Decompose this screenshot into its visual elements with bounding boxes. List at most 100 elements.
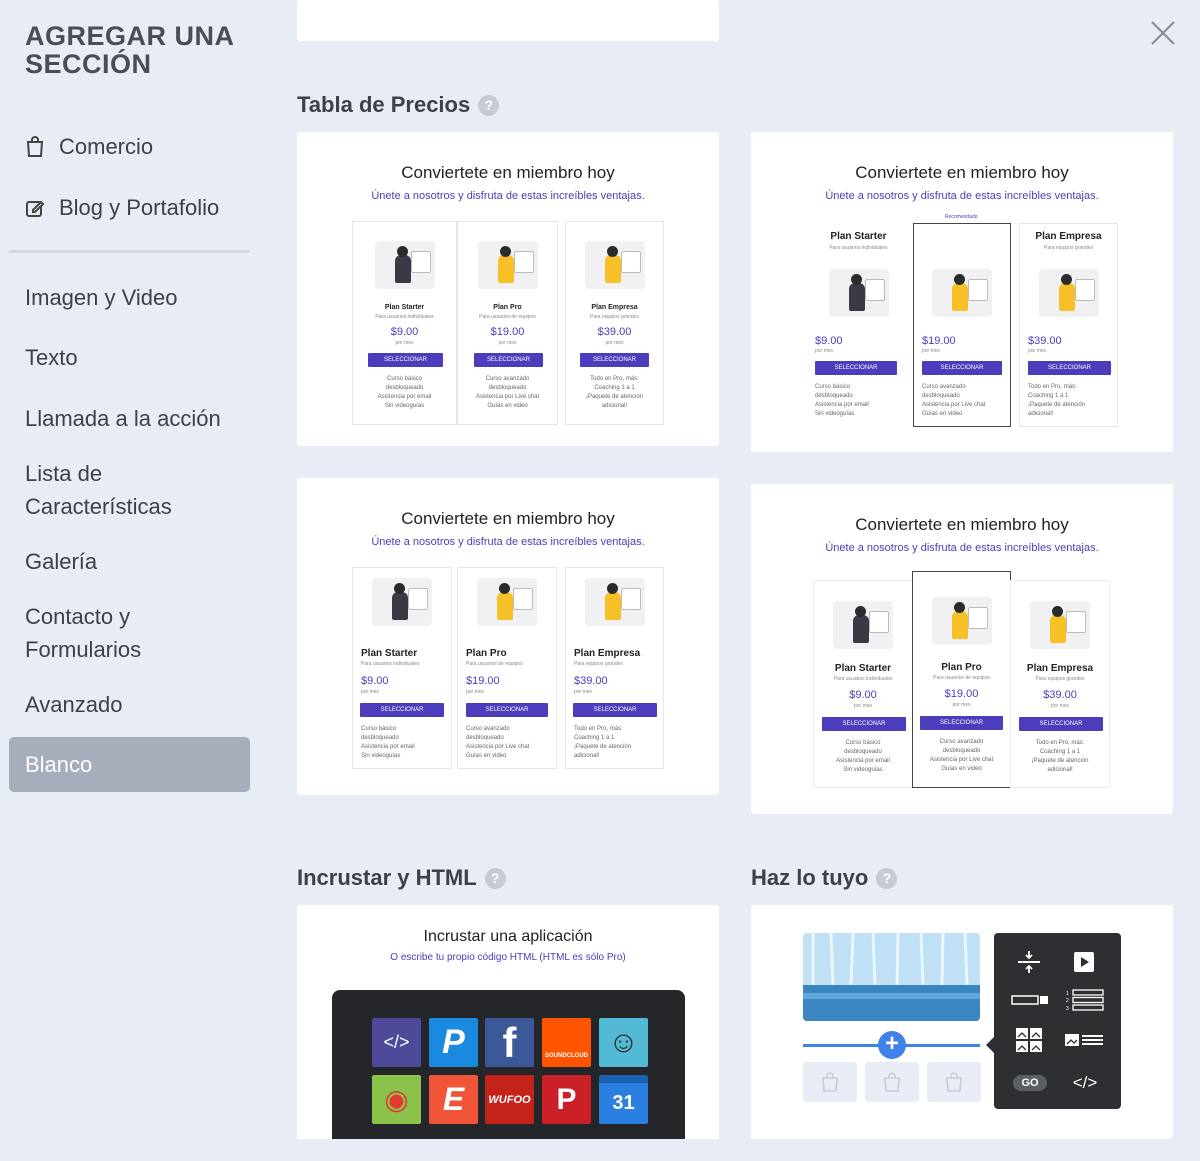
sidebar-item-label: Comercio <box>59 134 154 159</box>
plan-card: Plan Pro Para usuarios de equipos $19.00… <box>457 221 558 425</box>
plan-desc: Para usuarios de equipos <box>466 661 523 667</box>
plan-features: Curso avanzado desbloqueado Asistencia por… <box>922 384 986 417</box>
plan-card-highlighted: $19.00 por mes SELECCIONAR Curso avanzad… <box>913 223 1011 427</box>
sidebar-item-comercio[interactable]: Comercio <box>25 130 153 163</box>
plan-price: $9.00 <box>361 675 389 687</box>
plan-desc: Para usuarios individuales <box>375 314 434 320</box>
plan-features: Curso básico desbloqueado Asistencia por e… <box>815 384 869 417</box>
plan-features: Curso básico desbloqueado Asistencia por e… <box>836 740 890 773</box>
pinterest-icon: P <box>542 1075 591 1124</box>
close-icon[interactable] <box>1150 20 1176 46</box>
google-maps-icon: ◉ <box>372 1075 421 1124</box>
plan-illustration <box>477 578 537 626</box>
plan-illustration <box>477 241 538 289</box>
pricing-template-3[interactable]: Conviertete en miembro hoy Únete a nosot… <box>297 478 719 795</box>
select-button: SELECCIONAR <box>920 716 1003 730</box>
section-title-pricing: Tabla de Precios ? <box>297 92 500 118</box>
pricing-template-4[interactable]: Conviertete en miembro hoy Únete a nosot… <box>751 484 1173 814</box>
plan-desc: Para equipos grandes <box>1035 676 1085 682</box>
plan-features: Todo en Pro, más: Coaching 1 a 1 ¡Paquete … <box>1031 740 1089 773</box>
diy-template[interactable]: + 12 3 GO </> <box>751 905 1173 1139</box>
plan-illustration <box>584 241 645 289</box>
sidebar-item-contacto[interactable]: Contacto y Formularios <box>25 600 205 666</box>
shopping-bag-icon <box>26 135 44 157</box>
select-button: SELECCIONAR <box>822 717 906 731</box>
plan-period: por mes <box>395 340 414 346</box>
sidebar-item-llamada[interactable]: Llamada a la acción <box>25 402 221 435</box>
shopping-bag-icon <box>946 1072 962 1092</box>
preview-subtitle: Únete a nosotros y disfruta de estas inc… <box>825 542 1099 554</box>
svg-text:3: 3 <box>1066 1006 1069 1011</box>
sidebar-item-caracteristicas[interactable]: Lista de Características <box>25 457 225 523</box>
sidebar-item-galeria[interactable]: Galería <box>25 545 97 578</box>
plan-card: Plan Empresa Para equipos grandes $39.00… <box>565 221 664 425</box>
app-grid: </> P f SOUNDCLOUD ☺ ◉ E WUFOO P 31 <box>332 990 685 1139</box>
preview-subtitle: Únete a nosotros y disfruta de estas inc… <box>371 190 645 202</box>
plan-desc: Para usuarios de equipos <box>479 314 536 320</box>
plan-period: por mes <box>498 340 517 346</box>
preview-title: Conviertete en miembro hoy <box>401 163 615 182</box>
plan-price: $19.00 <box>944 688 979 700</box>
sidebar-item-imagen-video[interactable]: Imagen y Video <box>25 281 177 314</box>
plan-illustration <box>584 578 645 626</box>
embed-subtitle: O escribe tu propio código HTML (HTML es… <box>390 952 626 963</box>
preview-subtitle: Únete a nosotros y disfruta de estas inc… <box>371 536 645 548</box>
plan-illustration <box>1030 601 1090 649</box>
plan-features: Curso básico desbloqueado Asistencia por e… <box>377 376 432 409</box>
plan-card: Plan Empresa Para equipos grandes $39.00… <box>1019 223 1118 427</box>
plan-illustration <box>374 241 435 289</box>
sidebar-item-blog[interactable]: Blog y Portafolio <box>25 191 219 224</box>
plan-desc: Para usuarios individuales <box>361 661 420 667</box>
select-button: SELECCIONAR <box>815 361 897 375</box>
mailchimp-icon: ☺ <box>599 1018 648 1067</box>
help-icon[interactable]: ? <box>484 867 506 889</box>
sidebar-item-blanco[interactable]: Blanco <box>9 737 250 792</box>
plan-illustration <box>833 601 893 649</box>
pricing-template-2[interactable]: Conviertete en miembro hoy Únete a nosot… <box>751 132 1173 452</box>
pricing-template-1[interactable]: Conviertete en miembro hoy Únete a nosot… <box>297 132 719 446</box>
select-button: SELECCIONAR <box>922 361 1002 375</box>
plan-features: Todo en Pro, más: Coaching 1 a 1 ¡Paquete … <box>585 376 644 409</box>
paypal-icon: P <box>429 1018 478 1067</box>
facebook-icon: f <box>485 1018 534 1067</box>
blank-section-card[interactable] <box>297 0 719 41</box>
video-icon <box>1069 950 1099 974</box>
plan-card: Plan Starter Para usuarios individuales … <box>813 580 913 788</box>
plan-card: Plan Starter Para usuarios individuales … <box>352 567 452 769</box>
plan-name: Plan Empresa <box>1035 231 1102 242</box>
divider-icon <box>1010 988 1050 1012</box>
product-slot <box>865 1062 919 1102</box>
embed-template[interactable]: Incrustar una aplicación O escribe tu pr… <box>297 905 719 1139</box>
plan-price: $39.00 <box>597 326 632 338</box>
help-icon[interactable]: ? <box>876 867 898 889</box>
glacier-art <box>803 933 980 1021</box>
product-slot <box>803 1062 857 1102</box>
select-button: SELECCIONAR <box>573 703 657 717</box>
select-button: SELECCIONAR <box>368 353 443 367</box>
product-slot <box>927 1062 981 1102</box>
plan-price: $9.00 <box>390 326 419 338</box>
plan-card: Plan Starter Para usuarios individuales … <box>352 221 457 425</box>
eventbrite-icon: E <box>429 1075 478 1124</box>
sidebar-item-avanzado[interactable]: Avanzado <box>25 688 122 721</box>
sidebar-title: AGREGAR UNA SECCIÓN <box>25 21 234 79</box>
select-button: SELECCIONAR <box>474 353 543 367</box>
image-text-icon <box>1064 1028 1104 1052</box>
plan-name: Plan Starter <box>830 231 887 242</box>
plan-desc: Para usuarios individuales <box>829 245 888 251</box>
section-title-embed: Incrustar y HTML ? <box>297 865 506 891</box>
plan-period: por mes <box>574 689 593 695</box>
plan-features: Todo en Pro, más: Coaching 1 a 1 ¡Paquete … <box>574 726 632 759</box>
plan-name: Plan Empresa <box>574 648 641 659</box>
plan-price: $39.00 <box>1028 335 1062 347</box>
preview-title: Conviertete en miembro hoy <box>855 163 1069 182</box>
plan-period: por mes <box>1028 348 1047 354</box>
soundcloud-icon: SOUNDCLOUD <box>542 1018 591 1067</box>
help-icon[interactable]: ? <box>478 94 500 116</box>
sidebar-item-texto[interactable]: Texto <box>25 341 78 374</box>
plan-price: $19.00 <box>466 675 500 687</box>
section-title-diy: Haz lo tuyo ? <box>751 865 898 891</box>
plan-period: por mes <box>466 689 485 695</box>
add-icon[interactable]: + <box>878 1031 906 1059</box>
plan-card: Plan Empresa Para equipos grandes $39.00… <box>1010 580 1110 788</box>
